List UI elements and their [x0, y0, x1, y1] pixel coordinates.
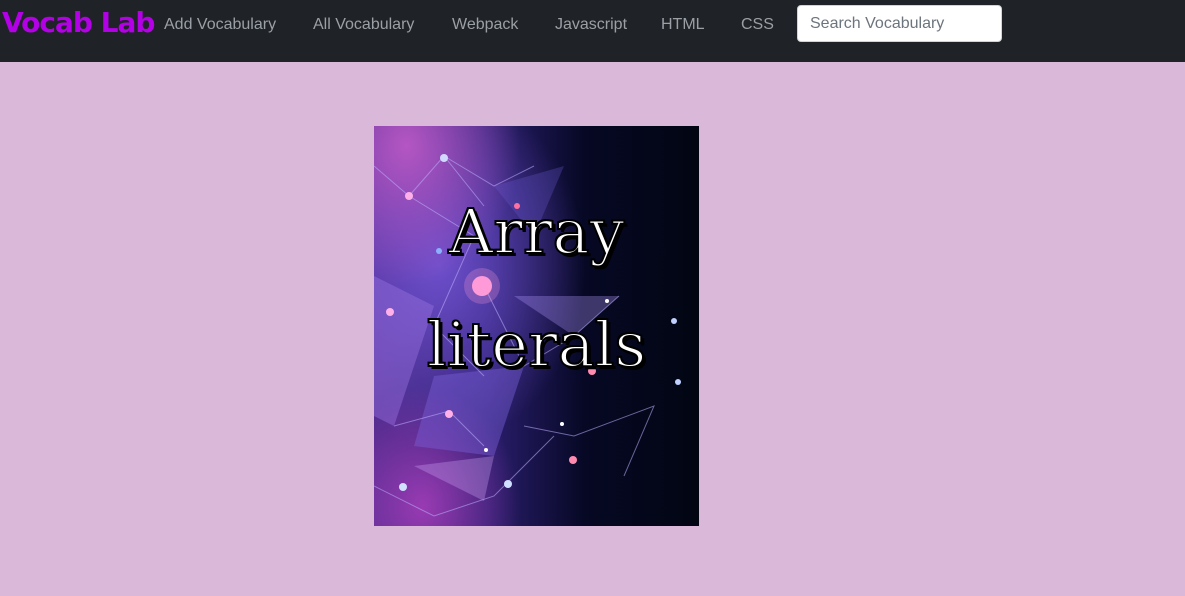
nav-link-webpack[interactable]: Webpack: [452, 16, 518, 34]
nav-link-add-vocabulary[interactable]: Add Vocabulary: [164, 16, 276, 34]
top-navbar: Vocab Lab Add Vocabulary All Vocabulary …: [0, 0, 1185, 62]
nav-link-html[interactable]: HTML: [661, 16, 705, 34]
nav-link-javascript[interactable]: Javascript: [555, 16, 627, 34]
search-input[interactable]: [797, 5, 1002, 42]
nav-link-css[interactable]: CSS: [741, 16, 774, 34]
vocabulary-card-image[interactable]: Array literals: [374, 126, 699, 526]
cosmic-background-graphic: [374, 126, 699, 526]
nav-link-all-vocabulary[interactable]: All Vocabulary: [313, 16, 414, 34]
brand-logo-link[interactable]: Vocab Lab: [2, 6, 155, 39]
